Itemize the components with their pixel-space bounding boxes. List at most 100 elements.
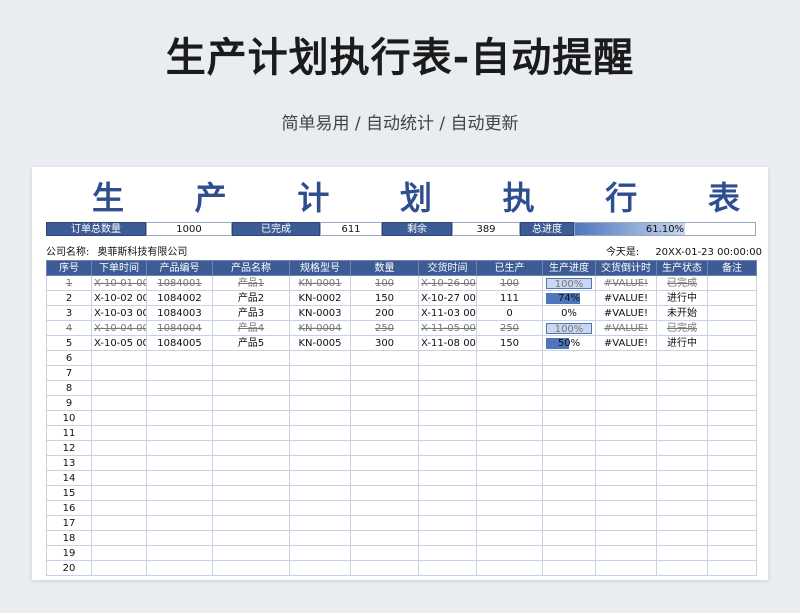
row-number-cell[interactable]: 6	[46, 350, 92, 366]
qty-cell[interactable]: 300	[350, 335, 419, 351]
empty-cell[interactable]	[212, 485, 290, 501]
empty-cell[interactable]	[418, 425, 477, 441]
empty-cell[interactable]	[418, 500, 477, 516]
order-time-cell[interactable]: X-10-01 00:0	[91, 275, 147, 291]
empty-cell[interactable]	[656, 500, 708, 516]
empty-cell[interactable]	[418, 455, 477, 471]
empty-cell[interactable]	[595, 515, 657, 531]
empty-cell[interactable]	[350, 365, 419, 381]
empty-cell[interactable]	[350, 545, 419, 561]
qty-cell[interactable]: 200	[350, 305, 419, 321]
empty-cell[interactable]	[350, 470, 419, 486]
empty-cell[interactable]	[350, 350, 419, 366]
empty-cell[interactable]	[146, 410, 213, 426]
empty-cell[interactable]	[418, 395, 477, 411]
empty-cell[interactable]	[595, 350, 657, 366]
empty-cell[interactable]	[146, 560, 213, 576]
progress-cell[interactable]: 100%	[542, 320, 596, 336]
empty-cell[interactable]	[212, 470, 290, 486]
empty-cell[interactable]	[476, 515, 543, 531]
note-cell[interactable]	[707, 305, 757, 321]
empty-cell[interactable]	[212, 530, 290, 546]
empty-cell[interactable]	[476, 380, 543, 396]
row-number-cell[interactable]: 12	[46, 440, 92, 456]
empty-cell[interactable]	[418, 485, 477, 501]
empty-cell[interactable]	[656, 515, 708, 531]
name-cell[interactable]: 产品1	[212, 275, 290, 291]
empty-cell[interactable]	[289, 530, 351, 546]
empty-cell[interactable]	[91, 425, 147, 441]
empty-cell[interactable]	[212, 410, 290, 426]
empty-cell[interactable]	[707, 470, 757, 486]
row-number-cell[interactable]: 17	[46, 515, 92, 531]
empty-cell[interactable]	[212, 395, 290, 411]
empty-cell[interactable]	[476, 560, 543, 576]
countdown-cell[interactable]: #VALUE!	[595, 320, 657, 336]
empty-cell[interactable]	[350, 515, 419, 531]
empty-cell[interactable]	[707, 380, 757, 396]
empty-cell[interactable]	[707, 545, 757, 561]
countdown-cell[interactable]: #VALUE!	[595, 335, 657, 351]
empty-cell[interactable]	[146, 530, 213, 546]
order-time-cell[interactable]: X-10-02 00:0	[91, 290, 147, 306]
produced-cell[interactable]: 111	[476, 290, 543, 306]
empty-cell[interactable]	[476, 485, 543, 501]
empty-cell[interactable]	[542, 545, 596, 561]
row-number-cell[interactable]: 13	[46, 455, 92, 471]
name-cell[interactable]: 产品5	[212, 335, 290, 351]
empty-cell[interactable]	[91, 395, 147, 411]
empty-cell[interactable]	[289, 410, 351, 426]
note-cell[interactable]	[707, 290, 757, 306]
due-cell[interactable]: X-11-03 00:0	[418, 305, 477, 321]
qty-cell[interactable]: 100	[350, 275, 419, 291]
empty-cell[interactable]	[656, 440, 708, 456]
column-header[interactable]: 生产进度	[542, 260, 596, 276]
qty-cell[interactable]: 150	[350, 290, 419, 306]
empty-cell[interactable]	[418, 560, 477, 576]
code-cell[interactable]: 1084002	[146, 290, 213, 306]
empty-cell[interactable]	[656, 380, 708, 396]
empty-cell[interactable]	[212, 500, 290, 516]
empty-cell[interactable]	[91, 560, 147, 576]
progress-cell[interactable]: 100%	[542, 275, 596, 291]
empty-cell[interactable]	[418, 365, 477, 381]
empty-cell[interactable]	[289, 515, 351, 531]
empty-cell[interactable]	[350, 395, 419, 411]
empty-cell[interactable]	[542, 500, 596, 516]
empty-cell[interactable]	[656, 560, 708, 576]
remaining-value[interactable]: 389	[452, 222, 520, 236]
row-number-cell[interactable]: 7	[46, 365, 92, 381]
order-time-cell[interactable]: X-10-04 00:0	[91, 320, 147, 336]
empty-cell[interactable]	[350, 380, 419, 396]
empty-cell[interactable]	[707, 530, 757, 546]
empty-cell[interactable]	[350, 530, 419, 546]
empty-cell[interactable]	[595, 530, 657, 546]
row-number-cell[interactable]: 16	[46, 500, 92, 516]
code-cell[interactable]: 1084001	[146, 275, 213, 291]
code-cell[interactable]: 1084005	[146, 335, 213, 351]
status-cell[interactable]: 进行中	[656, 335, 708, 351]
row-number-cell[interactable]: 15	[46, 485, 92, 501]
empty-cell[interactable]	[212, 515, 290, 531]
empty-cell[interactable]	[656, 425, 708, 441]
empty-cell[interactable]	[350, 500, 419, 516]
empty-cell[interactable]	[212, 425, 290, 441]
due-cell[interactable]: X-10-26 00:0	[418, 275, 477, 291]
empty-cell[interactable]	[707, 500, 757, 516]
column-header[interactable]: 生产状态	[656, 260, 708, 276]
empty-cell[interactable]	[656, 395, 708, 411]
row-number-cell[interactable]: 5	[46, 335, 92, 351]
empty-cell[interactable]	[91, 380, 147, 396]
column-header[interactable]: 序号	[46, 260, 92, 276]
empty-cell[interactable]	[476, 395, 543, 411]
empty-cell[interactable]	[656, 455, 708, 471]
qty-cell[interactable]: 250	[350, 320, 419, 336]
row-number-cell[interactable]: 8	[46, 380, 92, 396]
row-number-cell[interactable]: 3	[46, 305, 92, 321]
empty-cell[interactable]	[595, 455, 657, 471]
column-header[interactable]: 备注	[707, 260, 757, 276]
empty-cell[interactable]	[289, 485, 351, 501]
empty-cell[interactable]	[146, 440, 213, 456]
row-number-cell[interactable]: 9	[46, 395, 92, 411]
column-header[interactable]: 下单时间	[91, 260, 147, 276]
